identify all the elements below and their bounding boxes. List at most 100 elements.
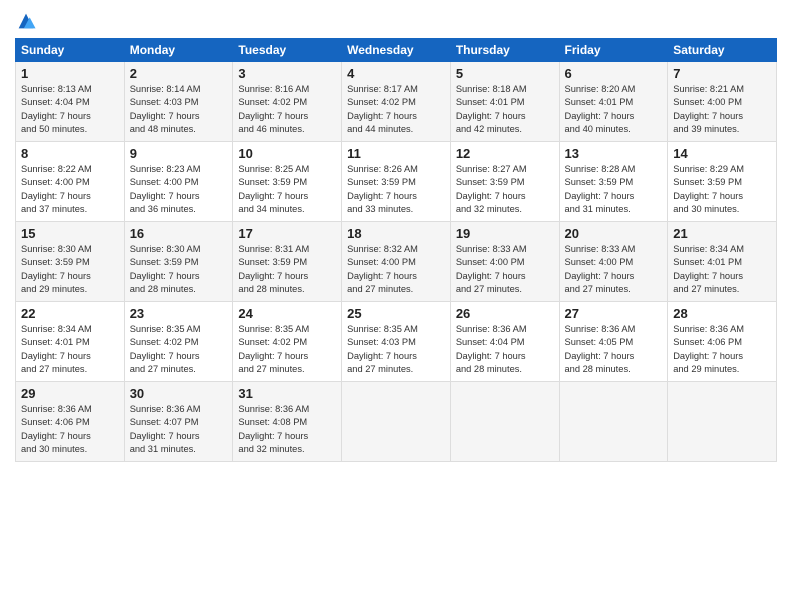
col-header-thursday: Thursday [450, 39, 559, 62]
day-cell: 3Sunrise: 8:16 AMSunset: 4:02 PMDaylight… [233, 62, 342, 142]
day-info: Sunrise: 8:36 AMSunset: 4:08 PMDaylight:… [238, 403, 336, 457]
day-number: 14 [673, 146, 771, 161]
col-header-monday: Monday [124, 39, 233, 62]
header [15, 10, 777, 32]
day-info: Sunrise: 8:35 AMSunset: 4:03 PMDaylight:… [347, 323, 445, 377]
day-cell: 19Sunrise: 8:33 AMSunset: 4:00 PMDayligh… [450, 222, 559, 302]
day-number: 10 [238, 146, 336, 161]
day-number: 6 [565, 66, 663, 81]
day-number: 29 [21, 386, 119, 401]
day-number: 23 [130, 306, 228, 321]
calendar-table: SundayMondayTuesdayWednesdayThursdayFrid… [15, 38, 777, 462]
day-cell: 7Sunrise: 8:21 AMSunset: 4:00 PMDaylight… [668, 62, 777, 142]
day-cell [342, 382, 451, 462]
day-number: 7 [673, 66, 771, 81]
page-container: SundayMondayTuesdayWednesdayThursdayFrid… [0, 0, 792, 472]
day-number: 4 [347, 66, 445, 81]
col-header-sunday: Sunday [16, 39, 125, 62]
day-info: Sunrise: 8:20 AMSunset: 4:01 PMDaylight:… [565, 83, 663, 137]
day-info: Sunrise: 8:36 AMSunset: 4:06 PMDaylight:… [21, 403, 119, 457]
day-info: Sunrise: 8:34 AMSunset: 4:01 PMDaylight:… [21, 323, 119, 377]
day-cell: 15 Sunrise: 8:30 AMSunset: 3:59 PMDayligh… [16, 222, 125, 302]
day-cell: 16 Sunrise: 8:30 AMSunset: 3:59 PMDayligh… [124, 222, 233, 302]
day-number: 2 [130, 66, 228, 81]
day-number: 16 [130, 226, 228, 241]
day-cell: 18 Sunrise: 8:32 AMSunset: 4:00 PMDayligh… [342, 222, 451, 302]
day-info: Sunrise: 8:33 AMSunset: 4:00 PMDaylight:… [456, 243, 554, 297]
day-cell: 17Sunrise: 8:31 AMSunset: 3:59 PMDayligh… [233, 222, 342, 302]
day-info: Sunrise: 8:22 AMSunset: 4:00 PMDaylight:… [21, 163, 119, 217]
day-number: 15 [21, 226, 119, 241]
col-header-tuesday: Tuesday [233, 39, 342, 62]
day-info: Sunrise: 8:32 AMSunset: 4:00 PMDaylight:… [347, 243, 445, 297]
day-info: Sunrise: 8:16 AMSunset: 4:02 PMDaylight:… [238, 83, 336, 137]
day-cell: 13 Sunrise: 8:28 AMSunset: 3:59 PMDayligh… [559, 142, 668, 222]
day-cell: 2Sunrise: 8:14 AMSunset: 4:03 PMDaylight… [124, 62, 233, 142]
day-info: Sunrise: 8:28 AMSunset: 3:59 PMDaylight:… [565, 163, 663, 217]
day-number: 11 [347, 146, 445, 161]
day-number: 24 [238, 306, 336, 321]
day-cell: 10 Sunrise: 8:25 AMSunset: 3:59 PMDayligh… [233, 142, 342, 222]
day-cell: 29 Sunrise: 8:36 AMSunset: 4:06 PMDayligh… [16, 382, 125, 462]
day-number: 12 [456, 146, 554, 161]
logo [15, 10, 41, 32]
day-cell: 31 Sunrise: 8:36 AMSunset: 4:08 PMDayligh… [233, 382, 342, 462]
logo-icon [15, 10, 37, 32]
day-info: Sunrise: 8:27 AMSunset: 3:59 PMDaylight:… [456, 163, 554, 217]
day-cell: 20 Sunrise: 8:33 AMSunset: 4:00 PMDayligh… [559, 222, 668, 302]
day-number: 30 [130, 386, 228, 401]
day-number: 22 [21, 306, 119, 321]
day-number: 8 [21, 146, 119, 161]
day-number: 1 [21, 66, 119, 81]
day-info: Sunrise: 8:35 AMSunset: 4:02 PMDaylight:… [130, 323, 228, 377]
week-row-4: 22 Sunrise: 8:34 AMSunset: 4:01 PMDayligh… [16, 302, 777, 382]
day-cell: 5 Sunrise: 8:18 AMSunset: 4:01 PMDaylight… [450, 62, 559, 142]
day-cell: 23 Sunrise: 8:35 AMSunset: 4:02 PMDayligh… [124, 302, 233, 382]
week-row-2: 8 Sunrise: 8:22 AMSunset: 4:00 PMDaylight… [16, 142, 777, 222]
day-number: 5 [456, 66, 554, 81]
day-info: Sunrise: 8:36 AMSunset: 4:07 PMDaylight:… [130, 403, 228, 457]
day-cell: 25 Sunrise: 8:35 AMSunset: 4:03 PMDayligh… [342, 302, 451, 382]
day-cell: 4 Sunrise: 8:17 AMSunset: 4:02 PMDaylight… [342, 62, 451, 142]
day-cell: 27 Sunrise: 8:36 AMSunset: 4:05 PMDayligh… [559, 302, 668, 382]
day-number: 25 [347, 306, 445, 321]
day-info: Sunrise: 8:17 AMSunset: 4:02 PMDaylight:… [347, 83, 445, 137]
day-number: 26 [456, 306, 554, 321]
day-info: Sunrise: 8:36 AMSunset: 4:06 PMDaylight:… [673, 323, 771, 377]
day-info: Sunrise: 8:35 AMSunset: 4:02 PMDaylight:… [238, 323, 336, 377]
day-number: 31 [238, 386, 336, 401]
day-info: Sunrise: 8:30 AMSunset: 3:59 PMDaylight:… [21, 243, 119, 297]
day-number: 27 [565, 306, 663, 321]
week-row-5: 29 Sunrise: 8:36 AMSunset: 4:06 PMDayligh… [16, 382, 777, 462]
day-cell: 14 Sunrise: 8:29 AMSunset: 3:59 PMDayligh… [668, 142, 777, 222]
col-header-wednesday: Wednesday [342, 39, 451, 62]
day-info: Sunrise: 8:34 AMSunset: 4:01 PMDaylight:… [673, 243, 771, 297]
day-info: Sunrise: 8:18 AMSunset: 4:01 PMDaylight:… [456, 83, 554, 137]
day-info: Sunrise: 8:33 AMSunset: 4:00 PMDaylight:… [565, 243, 663, 297]
day-number: 9 [130, 146, 228, 161]
day-number: 13 [565, 146, 663, 161]
day-cell: 26 Sunrise: 8:36 AMSunset: 4:04 PMDayligh… [450, 302, 559, 382]
day-info: Sunrise: 8:13 AMSunset: 4:04 PMDaylight:… [21, 83, 119, 137]
day-cell: 30 Sunrise: 8:36 AMSunset: 4:07 PMDayligh… [124, 382, 233, 462]
day-cell [559, 382, 668, 462]
day-info: Sunrise: 8:31 AMSunset: 3:59 PMDaylight:… [238, 243, 336, 297]
week-row-1: 1 Sunrise: 8:13 AMSunset: 4:04 PMDaylight… [16, 62, 777, 142]
day-cell: 12 Sunrise: 8:27 AMSunset: 3:59 PMDayligh… [450, 142, 559, 222]
day-cell [450, 382, 559, 462]
day-info: Sunrise: 8:26 AMSunset: 3:59 PMDaylight:… [347, 163, 445, 217]
day-info: Sunrise: 8:36 AMSunset: 4:05 PMDaylight:… [565, 323, 663, 377]
header-row: SundayMondayTuesdayWednesdayThursdayFrid… [16, 39, 777, 62]
day-cell: 6 Sunrise: 8:20 AMSunset: 4:01 PMDaylight… [559, 62, 668, 142]
day-info: Sunrise: 8:29 AMSunset: 3:59 PMDaylight:… [673, 163, 771, 217]
day-cell: 9Sunrise: 8:23 AMSunset: 4:00 PMDaylight… [124, 142, 233, 222]
day-number: 20 [565, 226, 663, 241]
day-info: Sunrise: 8:30 AMSunset: 3:59 PMDaylight:… [130, 243, 228, 297]
day-cell [668, 382, 777, 462]
col-header-friday: Friday [559, 39, 668, 62]
week-row-3: 15 Sunrise: 8:30 AMSunset: 3:59 PMDayligh… [16, 222, 777, 302]
day-number: 18 [347, 226, 445, 241]
day-info: Sunrise: 8:36 AMSunset: 4:04 PMDaylight:… [456, 323, 554, 377]
day-info: Sunrise: 8:25 AMSunset: 3:59 PMDaylight:… [238, 163, 336, 217]
day-cell: 8 Sunrise: 8:22 AMSunset: 4:00 PMDaylight… [16, 142, 125, 222]
